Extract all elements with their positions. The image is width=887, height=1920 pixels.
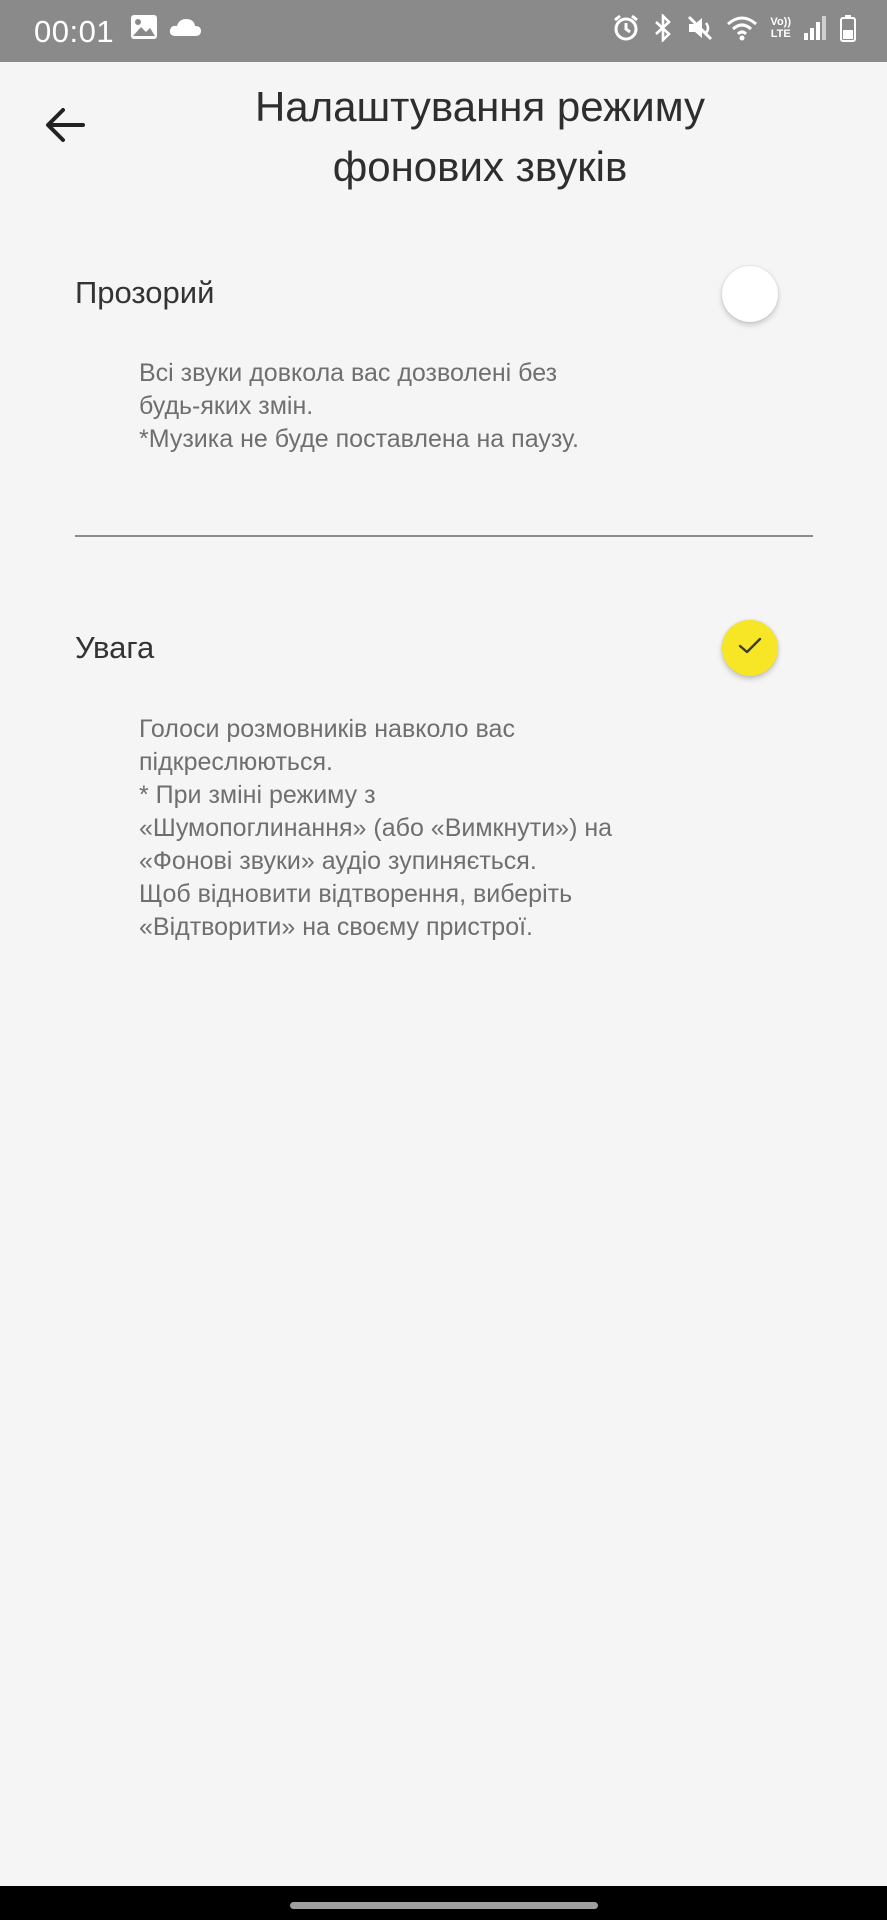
option-attention-description: Голоси розмовників навколо вас підкреслю… [139,715,613,941]
mute-icon [686,14,714,42]
bluetooth-icon [652,14,674,42]
alarm-icon [612,14,640,42]
wifi-icon [726,15,758,41]
header: Налаштування режиму фонових звуків [0,62,887,202]
divider [75,535,813,537]
battery-icon [839,14,857,42]
back-button[interactable] [30,92,100,162]
status-bar: 00:01 Vo)) LTE [0,0,887,62]
status-left-icons [130,14,202,40]
volte-label-bottom: LTE [770,28,791,40]
option-attention-radio[interactable] [722,620,778,676]
status-time: 00:01 [34,14,115,49]
navigation-bar [0,1886,887,1920]
signal-icon [803,15,827,41]
option-attention-title: Увага [75,630,155,665]
volte-label-top: Vo)) [770,16,791,28]
home-indicator[interactable] [290,1902,598,1909]
checkmark-icon [737,636,763,661]
status-right-icons: Vo)) LTE [612,14,857,42]
volte-icon: Vo)) LTE [770,16,791,40]
option-transparent-title: Прозорий [75,275,215,310]
arrow-left-icon [43,105,87,150]
option-transparent-radio[interactable] [722,266,778,322]
cloud-icon [168,16,202,38]
image-icon [130,14,158,40]
page-title: Налаштування режиму фонових звуків [254,83,706,190]
option-transparent-description: Всі звуки довкола вас дозволені без будь… [139,359,579,453]
